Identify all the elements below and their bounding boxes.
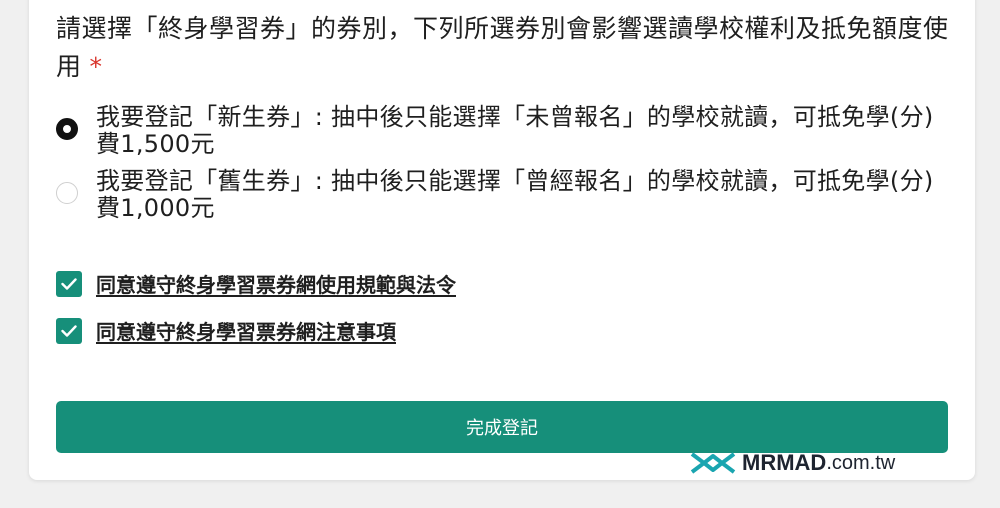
radio-button-selected[interactable] [56, 118, 78, 140]
agreement-terms-checkbox[interactable] [56, 270, 82, 297]
mrmad-logo-icon [690, 452, 736, 474]
agreement-notice-checkbox[interactable] [56, 317, 82, 344]
submit-registration-button[interactable]: 完成登記 [56, 401, 948, 453]
question-text: 請選擇「終身學習券」的券別，下列所選券別會影響選讀學校權利及抵免額度使用 [56, 14, 949, 81]
radio-option-old-voucher[interactable]: 我要登記「舊生券」: 抽中後只能選擇「曾經報名」的學校就讀，可抵免學(分)費1,… [56, 168, 956, 222]
radio-option-new-voucher[interactable]: 我要登記「新生券」: 抽中後只能選擇「未曾報名」的學校就讀，可抵免學(分)費1,… [56, 104, 956, 158]
radio-label-new-voucher: 我要登記「新生券」: 抽中後只能選擇「未曾報名」的學校就讀，可抵免學(分)費1,… [96, 103, 934, 158]
radio-label-old-voucher: 我要登記「舊生券」: 抽中後只能選擇「曾經報名」的學校就讀，可抵免學(分)費1,… [96, 167, 934, 222]
check-icon [61, 324, 77, 337]
watermark-suffix: .com.tw [826, 451, 896, 474]
agreement-terms-link[interactable]: 同意遵守終身學習票券網使用規範與法令 [96, 269, 456, 298]
agreement-notice-link[interactable]: 同意遵守終身學習票券網注意事項 [96, 316, 396, 345]
agreement-notice-row[interactable]: 同意遵守終身學習票券網注意事項 [56, 316, 396, 345]
radio-button-unselected[interactable] [56, 182, 78, 204]
watermark: MRMAD .com.tw [690, 450, 895, 476]
watermark-brand: MRMAD [742, 450, 827, 475]
agreement-terms-row[interactable]: 同意遵守終身學習票券網使用規範與法令 [56, 269, 456, 298]
required-mark: * [89, 52, 103, 81]
check-icon [61, 277, 77, 290]
question-label: 請選擇「終身學習券」的券別，下列所選券別會影響選讀學校權利及抵免額度使用 * [56, 10, 956, 86]
